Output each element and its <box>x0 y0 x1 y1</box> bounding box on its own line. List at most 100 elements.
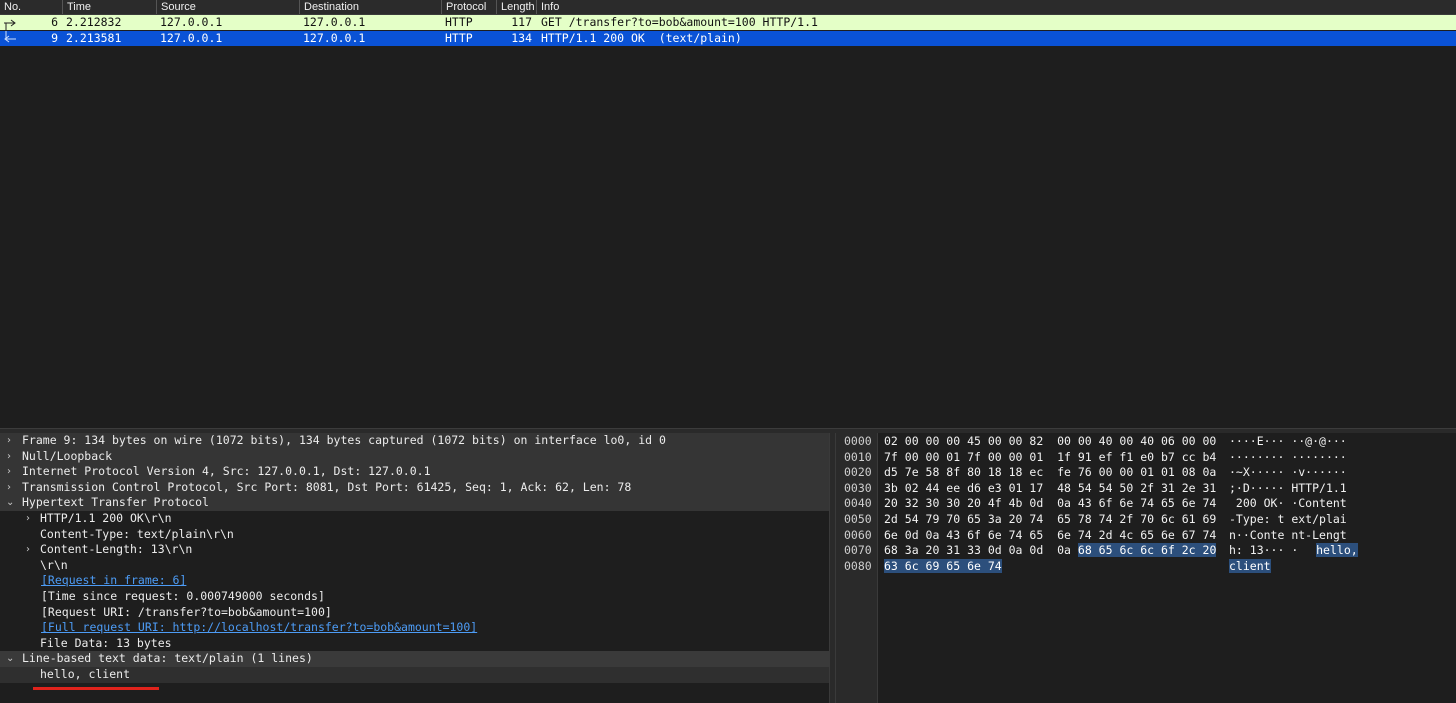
hex-bytes[interactable]: d5 7e 58 8f 80 18 18 ec fe 76 00 00 01 0… <box>884 465 1216 481</box>
tree-item-content-length[interactable]: › Content-Length: 13\r\n <box>0 542 829 558</box>
tree-item-request-in-frame[interactable]: [Request in frame: 6] <box>0 573 829 589</box>
packet-source: 127.0.0.1 <box>160 15 223 29</box>
packet-details-pane[interactable]: › Frame 9: 134 bytes on wire (1072 bits)… <box>0 433 829 703</box>
tree-item-line-based-text[interactable]: ⌄ Line-based text data: text/plain (1 li… <box>0 651 829 667</box>
hex-ascii-selected[interactable]: client <box>1229 558 1271 573</box>
packet-destination: 127.0.0.1 <box>303 31 366 45</box>
column-header-protocol[interactable]: Protocol <box>441 0 496 14</box>
hex-bytes[interactable]: 6e 0d 0a 43 6f 6e 74 65 6e 74 2d 4c 65 6… <box>884 528 1216 544</box>
packet-no: 9 <box>51 31 58 45</box>
hex-offset: 0020 <box>844 465 872 480</box>
tree-item-null-loopback[interactable]: › Null/Loopback <box>0 448 829 466</box>
packet-list-header: No. Time Source Destination Protocol Len… <box>0 0 1456 15</box>
request-in-frame-link[interactable]: [Request in frame: 6] <box>41 573 186 589</box>
hex-offset: 0010 <box>844 449 872 464</box>
column-header-time[interactable]: Time <box>62 0 156 14</box>
column-header-length[interactable]: Length <box>496 0 536 14</box>
tree-item-label: Content-Length: 13\r\n <box>40 542 193 557</box>
hex-ascii[interactable]: n··Conte nt-Lengt <box>1229 528 1347 544</box>
tree-item-body-text[interactable]: hello, client <box>0 667 829 683</box>
response-arrow-icon <box>4 31 16 43</box>
tree-item-label: hello, client <box>40 667 131 681</box>
packet-source: 127.0.0.1 <box>160 31 223 45</box>
hex-offset: 0080 <box>844 558 872 573</box>
tree-item-label: Hypertext Transfer Protocol <box>22 495 209 510</box>
packet-protocol: HTTP <box>445 15 473 29</box>
hex-bytes[interactable]: 20 32 30 30 20 4f 4b 0d 0a 43 6f 6e 74 6… <box>884 496 1216 512</box>
hex-bytes[interactable]: 3b 02 44 ee d6 e3 01 17 48 54 54 50 2f 3… <box>884 481 1216 497</box>
chevron-right-icon[interactable]: › <box>7 449 17 464</box>
tree-item-label: Transmission Control Protocol, Src Port:… <box>22 479 632 494</box>
tree-item-content-type[interactable]: Content-Type: text/plain\r\n <box>0 526 829 543</box>
hex-bytes[interactable]: 68 3a 20 31 33 0d 0a 0d 0a 68 65 6c 6c 6… <box>884 543 1217 559</box>
packet-row[interactable]: 6 2.212832 127.0.0.1 127.0.0.1 HTTP 117 … <box>0 15 1456 30</box>
column-header-destination[interactable]: Destination <box>299 0 441 14</box>
hex-offset: 0000 <box>844 434 872 448</box>
tree-item-label: [Request URI: /transfer?to=bob&amount=10… <box>41 604 332 619</box>
hex-ascii[interactable]: client <box>1229 558 1271 575</box>
hex-offset: 0050 <box>844 512 872 526</box>
chevron-right-icon[interactable]: › <box>7 464 17 479</box>
tree-item-label: Frame 9: 134 bytes on wire (1072 bits), … <box>22 433 666 447</box>
tree-item-full-request-uri[interactable]: [Full request URI: http://localhost/tran… <box>0 620 829 636</box>
tree-item-ipv4[interactable]: › Internet Protocol Version 4, Src: 127.… <box>0 464 829 481</box>
tree-item-label: [Time since request: 0.000749000 seconds… <box>41 589 325 603</box>
hex-ascii[interactable]: h: 13··· · hello, <box>1229 543 1358 559</box>
column-header-info[interactable]: Info <box>536 0 1456 14</box>
hex-bytes-selected[interactable]: 68 65 6c 6c 6f 2c 20 <box>1077 543 1217 558</box>
full-request-uri-link[interactable]: [Full request URI: http://localhost/tran… <box>41 620 477 636</box>
hex-bytes[interactable]: 63 6c 69 65 6e 74 <box>884 558 1002 575</box>
chevron-right-icon[interactable]: › <box>26 542 36 557</box>
hex-ascii[interactable]: ········ ········ <box>1229 450 1347 466</box>
packet-time: 2.212832 <box>66 15 122 29</box>
packet-protocol: HTTP <box>445 31 473 45</box>
hex-offset: 0030 <box>844 480 872 495</box>
hex-ascii[interactable]: -Type: t ext/plai <box>1229 512 1347 528</box>
tree-item-request-uri[interactable]: [Request URI: /transfer?to=bob&amount=10… <box>0 604 829 621</box>
tree-item-crlf[interactable]: \r\n <box>0 557 829 574</box>
chevron-right-icon[interactable]: › <box>7 433 17 448</box>
packet-bytes-pane[interactable]: 0000 02 00 00 00 45 00 00 82 00 00 40 00… <box>836 433 1456 703</box>
hex-ascii[interactable]: ····E··· ··@·@··· <box>1229 434 1347 450</box>
column-header-no[interactable]: No. <box>0 0 62 14</box>
hex-offset: 0040 <box>844 496 872 511</box>
hex-offset: 0060 <box>844 527 872 542</box>
tree-item-label: \r\n <box>40 557 68 572</box>
tree-item-http-status[interactable]: › HTTP/1.1 200 OK\r\n <box>0 511 829 527</box>
tree-item-label: Line-based text data: text/plain (1 line… <box>22 651 313 666</box>
tree-item-tcp[interactable]: › Transmission Control Protocol, Src Por… <box>0 479 829 497</box>
tree-item-frame[interactable]: › Frame 9: 134 bytes on wire (1072 bits)… <box>0 433 829 450</box>
packet-destination: 127.0.0.1 <box>303 15 366 29</box>
chevron-down-icon[interactable]: ⌄ <box>6 495 16 510</box>
packet-list-pane[interactable]: No. Time Source Destination Protocol Len… <box>0 0 1456 428</box>
hex-offset: 0070 <box>844 543 872 558</box>
packet-no: 6 <box>51 15 58 29</box>
pane-splitter-vertical[interactable] <box>829 433 836 703</box>
red-underline-annotation <box>33 687 159 690</box>
tree-item-label: File Data: 13 bytes <box>40 635 172 650</box>
packet-info: GET /transfer?to=bob&amount=100 HTTP/1.1 <box>541 15 818 29</box>
hex-ascii-selected[interactable]: hello, <box>1316 543 1358 558</box>
tree-item-label: Internet Protocol Version 4, Src: 127.0.… <box>22 464 431 479</box>
packet-length: 134 <box>511 31 532 45</box>
packet-info: HTTP/1.1 200 OK (text/plain) <box>541 31 742 45</box>
tree-item-file-data[interactable]: File Data: 13 bytes <box>0 635 829 652</box>
packet-length: 117 <box>511 15 532 29</box>
chevron-right-icon[interactable]: › <box>7 480 17 495</box>
hex-bytes[interactable]: 7f 00 00 01 7f 00 00 01 1f 91 ef f1 e0 b… <box>884 450 1216 466</box>
tree-item-time-since-request[interactable]: [Time since request: 0.000749000 seconds… <box>0 589 829 605</box>
request-arrow-icon <box>4 19 16 30</box>
chevron-right-icon[interactable]: › <box>26 511 36 526</box>
tree-item-http[interactable]: ⌄ Hypertext Transfer Protocol <box>0 495 829 512</box>
packet-row-selected[interactable]: 9 2.213581 127.0.0.1 127.0.0.1 HTTP 134 … <box>0 31 1456 46</box>
chevron-down-icon[interactable]: ⌄ <box>6 651 16 666</box>
hex-ascii[interactable]: ·~X····· ·v······ <box>1229 465 1347 481</box>
tree-item-label: HTTP/1.1 200 OK\r\n <box>40 511 172 525</box>
hex-bytes[interactable]: 02 00 00 00 45 00 00 82 00 00 40 00 40 0… <box>884 434 1216 450</box>
packet-time: 2.213581 <box>66 31 122 45</box>
hex-ascii[interactable]: 200 OK· ·Content <box>1229 496 1347 512</box>
hex-bytes-selected[interactable]: 63 6c 69 65 6e 74 <box>884 558 1002 573</box>
hex-bytes[interactable]: 2d 54 79 70 65 3a 20 74 65 78 74 2f 70 6… <box>884 512 1216 528</box>
hex-ascii[interactable]: ;·D····· HTTP/1.1 <box>1229 481 1347 497</box>
column-header-source[interactable]: Source <box>156 0 299 14</box>
